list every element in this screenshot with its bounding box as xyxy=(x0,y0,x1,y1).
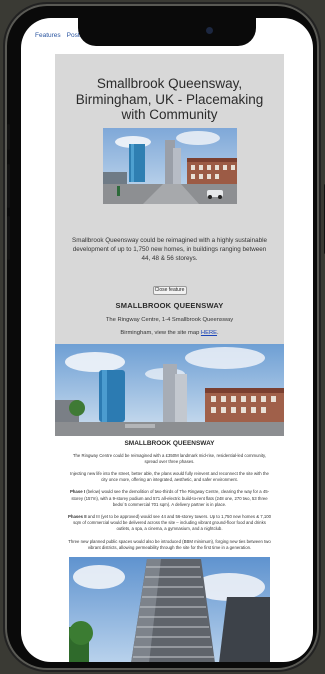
body-heading: SMALLBROOK QUEENSWAY xyxy=(124,439,215,447)
paragraph-4: Phases II and III (yet to be approved) w… xyxy=(67,514,272,533)
article-body: SMALLBROOK QUEENSWAY The Ringway Centre … xyxy=(55,435,284,662)
feature-panel: Smallbrook Queensway, Birmingham, UK - P… xyxy=(55,54,284,662)
camera-icon xyxy=(206,27,213,34)
section-heading: SMALLBROOK QUEENSWAY xyxy=(115,300,224,310)
hero-image xyxy=(102,127,237,204)
intro-text: Smallbrook Queensway could be reimagined… xyxy=(72,236,267,262)
phase-1-label: Phase I xyxy=(69,489,85,495)
phone-frame: Features Posts O Smallbrook Queensway, B… xyxy=(5,4,325,670)
address-text: The Ringway Centre, 1-4 Smallbrook Queen… xyxy=(105,316,234,323)
nav-item-features[interactable]: Features xyxy=(35,32,61,39)
page-title: Smallbrook Queensway, Birmingham, UK - P… xyxy=(75,76,264,122)
phase-2-text: and III (yet to be approved) would see 4… xyxy=(73,513,272,532)
paragraph-1: The Ringway Centre could be reimagined w… xyxy=(72,452,267,464)
location-suffix: . xyxy=(217,329,219,336)
location-text: Birmingham, view the site map xyxy=(120,329,201,336)
close-feature-button[interactable]: Close feature xyxy=(152,285,187,295)
street-image xyxy=(55,343,284,436)
phone-screen: Features Posts O Smallbrook Queensway, B… xyxy=(21,18,313,662)
paragraph-5: Three new planned public spaces would al… xyxy=(68,538,271,550)
volume-up-button xyxy=(7,164,10,208)
notch xyxy=(78,18,256,46)
phase-2-label: Phases II xyxy=(67,513,87,519)
paragraph-3: Phase I (below) would see the demolition… xyxy=(67,489,272,508)
tower-render-image xyxy=(69,556,270,662)
location-line: Birmingham, view the site map HERE. xyxy=(55,330,284,336)
paragraph-2: Injecting new life into the street, bett… xyxy=(70,470,269,483)
phase-1-text: (below) would see the demolition of two-… xyxy=(71,489,270,507)
mute-switch xyxy=(7,124,10,150)
volume-down-button xyxy=(7,216,10,260)
site-map-link[interactable]: HERE xyxy=(201,330,217,336)
